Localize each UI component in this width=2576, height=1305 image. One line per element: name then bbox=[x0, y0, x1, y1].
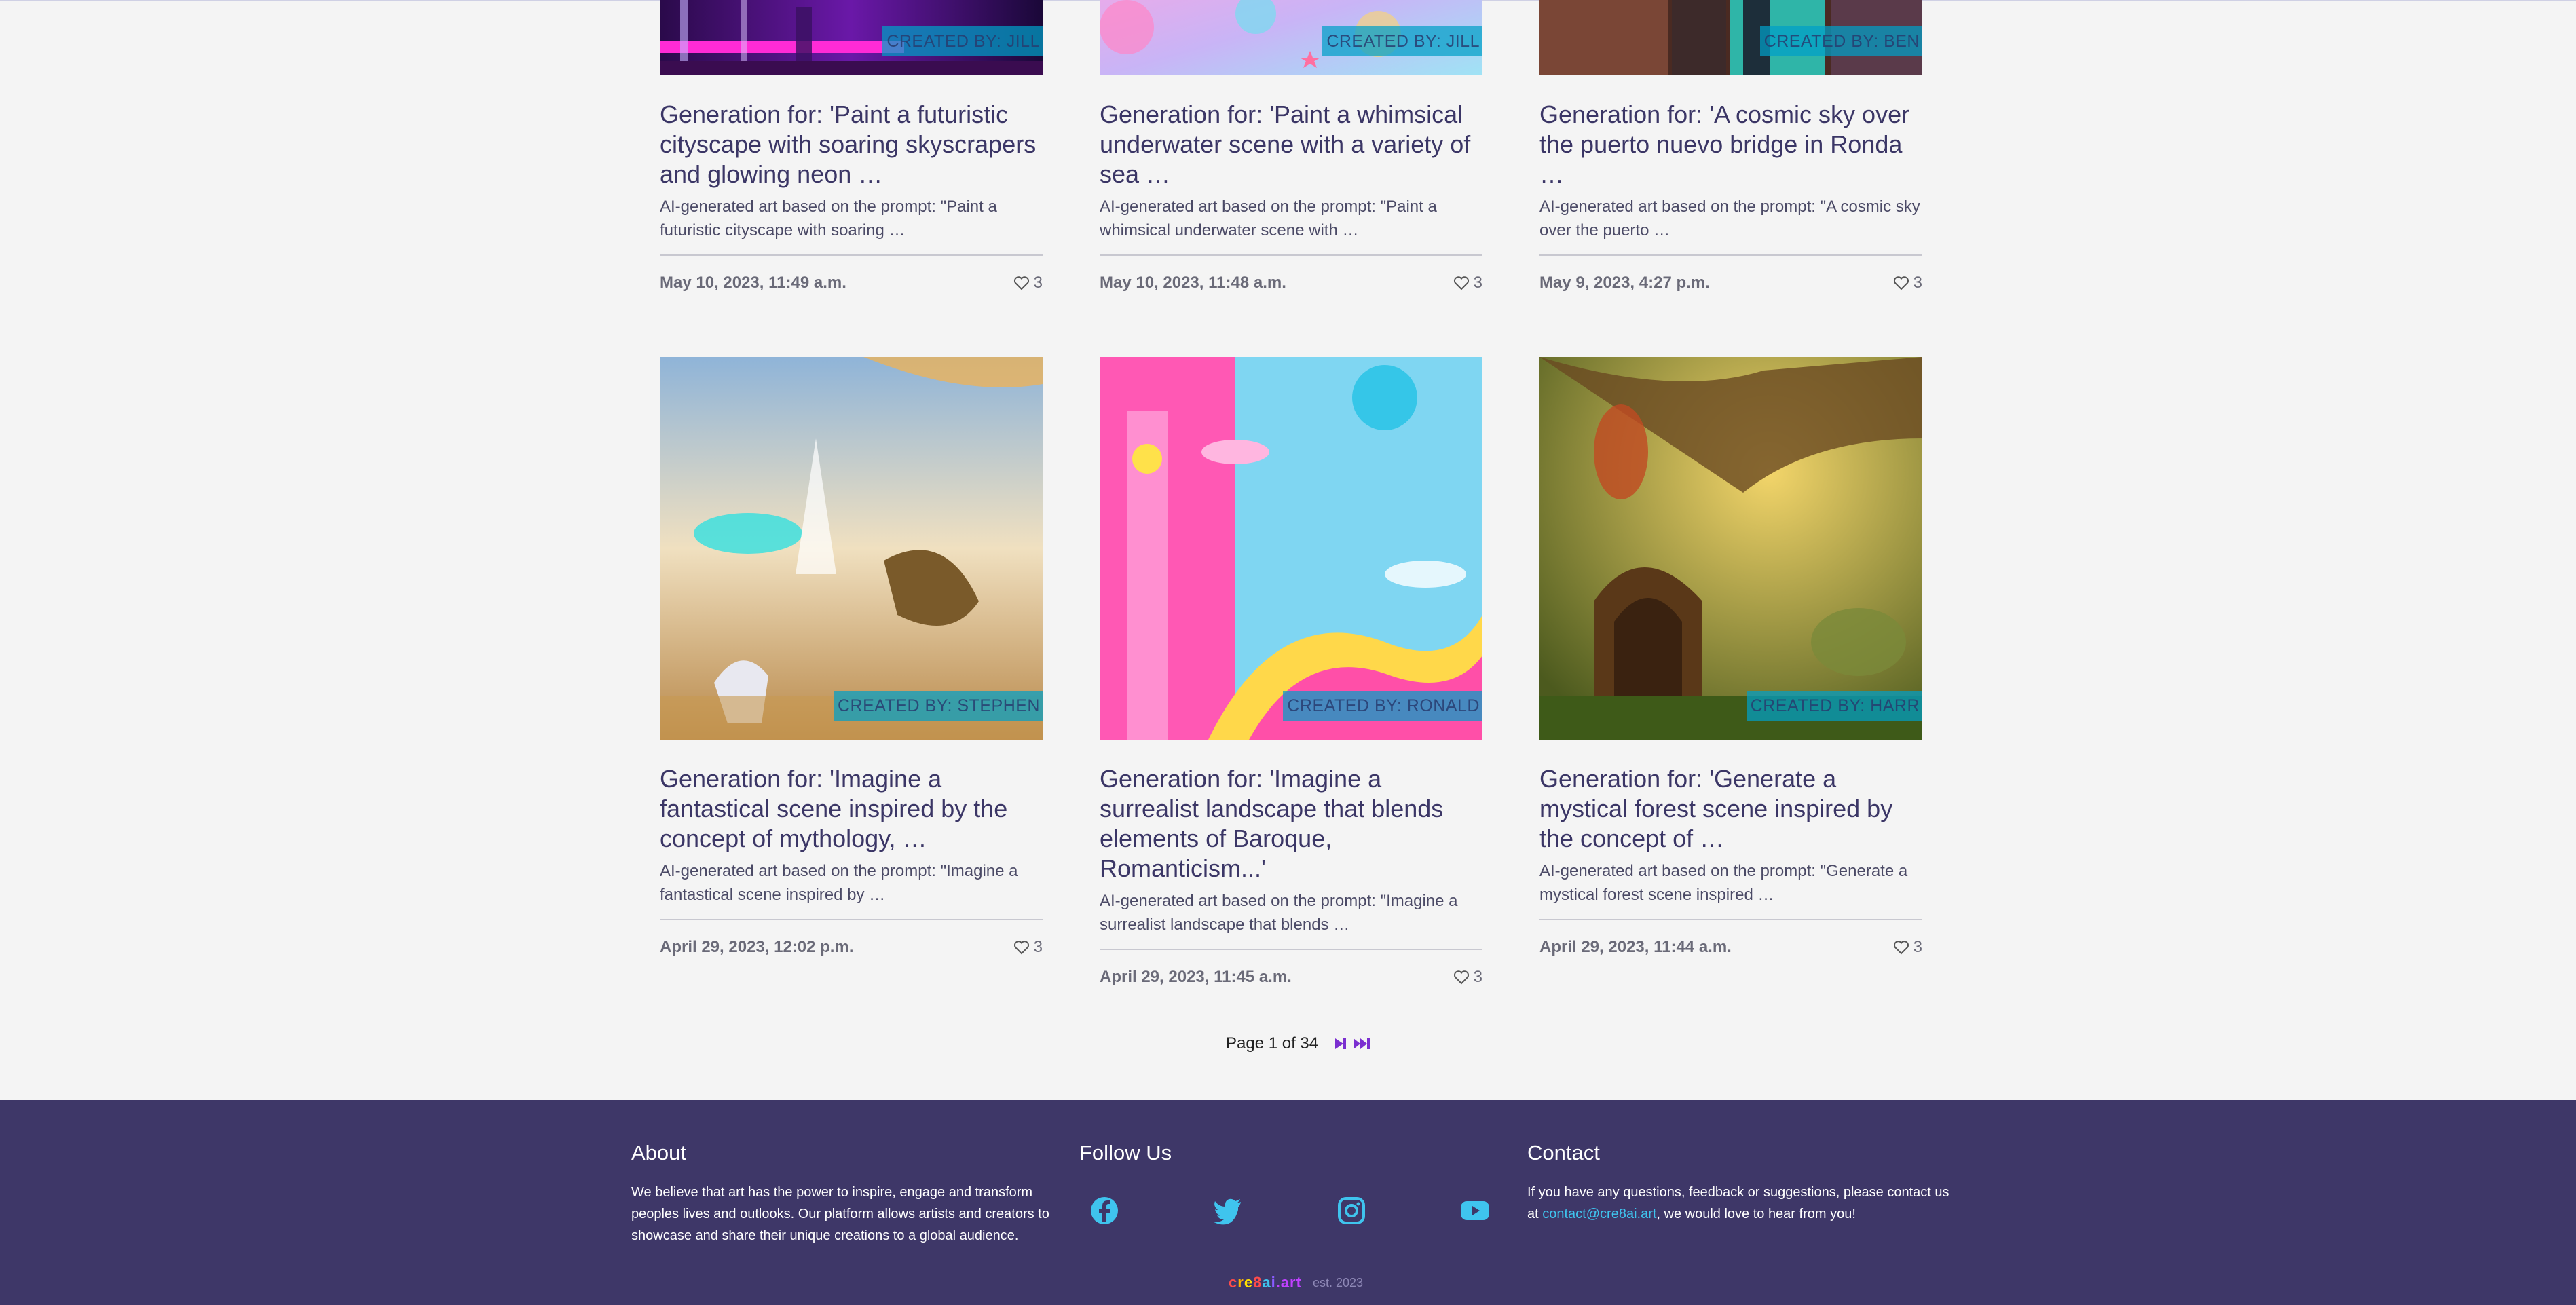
artwork-thumbnail[interactable]: CREATED BY: JILL bbox=[1100, 0, 1482, 75]
artwork-thumbnail[interactable]: CREATED BY: BEN bbox=[1539, 0, 1922, 75]
card-title[interactable]: Generation for: 'Paint a whimsical under… bbox=[1100, 100, 1482, 189]
card-footer: May 9, 2023, 4:27 p.m. 3 bbox=[1539, 254, 1922, 294]
card-footer: May 10, 2023, 11:48 a.m. 3 bbox=[1100, 254, 1482, 294]
like-button[interactable]: 3 bbox=[1453, 273, 1482, 292]
card-description: AI-generated art based on the prompt: "A… bbox=[1539, 197, 1920, 240]
facebook-icon[interactable] bbox=[1089, 1195, 1120, 1226]
creator-badge: CREATED BY: HARR bbox=[1746, 691, 1922, 721]
contact-text: If you have any questions, feedback or s… bbox=[1527, 1181, 1955, 1225]
next-page-icon[interactable] bbox=[1333, 1036, 1348, 1051]
card-title[interactable]: Generation for: 'Imagine a surrealist la… bbox=[1100, 764, 1482, 884]
card-date: May 10, 2023, 11:48 a.m. bbox=[1100, 273, 1286, 292]
gallery-card[interactable]: CREATED BY: JILL Generation for: 'Paint … bbox=[660, 0, 1043, 294]
like-count: 3 bbox=[1033, 273, 1043, 292]
pagination-controls bbox=[1333, 1036, 1371, 1051]
gallery-card[interactable]: CREATED BY: BEN Generation for: 'A cosmi… bbox=[1539, 0, 1922, 294]
gallery-card[interactable]: CREATED BY: JILL Generation for: 'Paint … bbox=[1100, 0, 1482, 294]
creator-badge: CREATED BY: JILL bbox=[882, 26, 1043, 56]
artwork-thumbnail[interactable]: CREATED BY: HARR bbox=[1539, 357, 1922, 740]
card-title[interactable]: Generation for: 'Imagine a fantastical s… bbox=[660, 764, 1043, 854]
footer-follow: Follow Us bbox=[1079, 1141, 1172, 1165]
like-button[interactable]: 3 bbox=[1893, 938, 1922, 957]
like-count: 3 bbox=[1913, 273, 1922, 292]
card-description: AI-generated art based on the prompt: "P… bbox=[1100, 197, 1437, 240]
gallery-card[interactable]: CREATED BY: HARR Generation for: 'Genera… bbox=[1539, 357, 1922, 958]
card-date: May 10, 2023, 11:49 a.m. bbox=[660, 273, 846, 292]
heart-icon bbox=[1453, 276, 1469, 290]
heart-icon bbox=[1893, 276, 1909, 290]
card-footer: May 10, 2023, 11:49 a.m. 3 bbox=[660, 254, 1043, 294]
card-title[interactable]: Generation for: 'Paint a futuristic city… bbox=[660, 100, 1043, 189]
about-heading: About bbox=[631, 1141, 687, 1165]
like-button[interactable]: 3 bbox=[1013, 938, 1043, 957]
artwork-thumbnail[interactable]: CREATED BY: JILL bbox=[660, 0, 1043, 75]
card-description: AI-generated art based on the prompt: "I… bbox=[1100, 892, 1458, 934]
artwork-image bbox=[660, 357, 1043, 740]
like-button[interactable]: 3 bbox=[1893, 273, 1922, 292]
heart-icon bbox=[1013, 941, 1029, 955]
social-links bbox=[1079, 1195, 1500, 1229]
card-date: April 29, 2023, 11:44 a.m. bbox=[1539, 938, 1732, 956]
twitter-icon[interactable] bbox=[1212, 1195, 1244, 1226]
site-footer: About We believe that art has the power … bbox=[0, 1100, 2576, 1305]
footer-contact: Contact If you have any questions, feedb… bbox=[1527, 1141, 1955, 1225]
about-text: We believe that art has the power to ins… bbox=[631, 1185, 1049, 1243]
creator-badge: CREATED BY: RONALD bbox=[1283, 691, 1482, 721]
card-date: April 29, 2023, 12:02 p.m. bbox=[660, 938, 854, 956]
heart-icon bbox=[1453, 970, 1469, 985]
creator-badge: CREATED BY: STEPHEN bbox=[834, 691, 1043, 721]
like-button[interactable]: 3 bbox=[1013, 273, 1043, 292]
like-count: 3 bbox=[1473, 273, 1482, 292]
footer-brand: cre8ai.art est. 2023 bbox=[1229, 1274, 1363, 1291]
gallery-card[interactable]: CREATED BY: RONALD Generation for: 'Imag… bbox=[1100, 357, 1482, 988]
card-description: AI-generated art based on the prompt: "P… bbox=[660, 197, 997, 240]
artwork-thumbnail[interactable]: CREATED BY: STEPHEN bbox=[660, 357, 1043, 740]
follow-heading: Follow Us bbox=[1079, 1141, 1172, 1165]
like-button[interactable]: 3 bbox=[1453, 968, 1482, 987]
like-count: 3 bbox=[1473, 968, 1482, 986]
card-date: April 29, 2023, 11:45 a.m. bbox=[1100, 968, 1292, 986]
card-footer: April 29, 2023, 12:02 p.m. 3 bbox=[660, 919, 1043, 958]
creator-badge: CREATED BY: BEN bbox=[1759, 26, 1922, 56]
creator-badge: CREATED BY: JILL bbox=[1322, 26, 1482, 56]
card-footer: April 29, 2023, 11:44 a.m. 3 bbox=[1539, 919, 1922, 958]
heart-icon bbox=[1013, 276, 1029, 290]
like-count: 3 bbox=[1913, 938, 1922, 956]
last-page-icon[interactable] bbox=[1352, 1036, 1371, 1051]
instagram-icon[interactable] bbox=[1336, 1195, 1367, 1226]
artwork-image bbox=[1100, 357, 1482, 740]
contact-email-link[interactable]: contact@cre8ai.art bbox=[1542, 1207, 1656, 1222]
heart-icon bbox=[1893, 941, 1909, 955]
card-footer: April 29, 2023, 11:45 a.m. 3 bbox=[1100, 949, 1482, 988]
contact-heading: Contact bbox=[1527, 1141, 1600, 1165]
card-title[interactable]: Generation for: 'Generate a mystical for… bbox=[1539, 764, 1922, 854]
card-date: May 9, 2023, 4:27 p.m. bbox=[1539, 273, 1710, 292]
artwork-thumbnail[interactable]: CREATED BY: RONALD bbox=[1100, 357, 1482, 740]
footer-about: About We believe that art has the power … bbox=[631, 1141, 1059, 1247]
card-title[interactable]: Generation for: 'A cosmic sky over the p… bbox=[1539, 100, 1922, 189]
card-description: AI-generated art based on the prompt: "G… bbox=[1539, 862, 1908, 904]
pagination: Page 1 of 34 bbox=[1226, 1034, 1371, 1053]
youtube-icon[interactable] bbox=[1459, 1195, 1491, 1226]
established-text: est. 2023 bbox=[1312, 1275, 1363, 1289]
gallery-card[interactable]: CREATED BY: STEPHEN Generation for: 'Ima… bbox=[660, 357, 1043, 958]
page-indicator: Page 1 of 34 bbox=[1226, 1034, 1319, 1053]
like-count: 3 bbox=[1033, 938, 1043, 956]
card-description: AI-generated art based on the prompt: "I… bbox=[660, 862, 1018, 904]
site-logo[interactable]: cre8ai.art bbox=[1229, 1274, 1302, 1291]
contact-text-after: , we would love to hear from you! bbox=[1656, 1207, 1856, 1222]
artwork-image bbox=[1539, 357, 1922, 740]
